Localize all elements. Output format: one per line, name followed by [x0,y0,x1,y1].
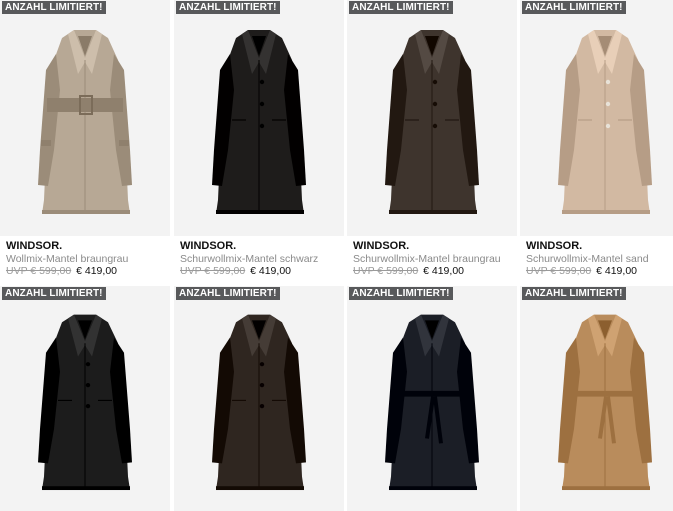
product-name[interactable]: Wollmix-Mantel braungrau [6,253,174,265]
product-brand: WINDSOR. [6,240,63,252]
product-brand: WINDSOR. [353,240,410,252]
trench-coat-icon [385,314,479,491]
product-image[interactable]: ANZAHL LIMITIERT! [0,0,170,236]
coat-icon [212,314,306,491]
coat-icon [558,30,652,214]
limited-badge: ANZAHL LIMITIERT! [522,1,626,14]
sale-price: € 419,00 [250,265,291,277]
limited-badge: ANZAHL LIMITIERT! [2,287,106,300]
product-info: WINDSOR. Schurwollmix-Mantel sand UVP € … [526,240,673,278]
old-price: UVP € 599,00 [353,265,419,277]
coat-icon [385,30,479,214]
sale-price: € 419,00 [596,265,637,277]
product-brand: WINDSOR. [180,240,237,252]
product-image[interactable]: ANZAHL LIMITIERT! [174,0,344,236]
limited-badge: ANZAHL LIMITIERT! [349,287,453,300]
product-image[interactable]: ANZAHL LIMITIERT! [347,286,517,511]
product-image[interactable]: ANZAHL LIMITIERT! [174,286,344,511]
product-info: WINDSOR. Schurwollmix-Mantel schwarz UVP… [180,240,348,278]
product-image[interactable]: ANZAHL LIMITIERT! [520,286,673,511]
limited-badge: ANZAHL LIMITIERT! [176,1,280,14]
product-prices: UVP € 599,00 € 419,00 [526,265,673,278]
product-prices: UVP € 599,00 € 419,00 [180,265,348,278]
coat-icon [212,30,306,214]
old-price: UVP € 599,00 [6,265,72,277]
product-info: WINDSOR. Wollmix-Mantel braungrau UVP € … [6,240,174,278]
product-image[interactable]: ANZAHL LIMITIERT! [0,286,170,511]
trench-coat-icon [558,314,652,491]
product-name[interactable]: Schurwollmix-Mantel schwarz [180,253,348,265]
product-name[interactable]: Schurwollmix-Mantel sand [526,253,673,265]
sale-price: € 419,00 [423,265,464,277]
limited-badge: ANZAHL LIMITIERT! [2,1,106,14]
coat-icon [38,314,132,491]
sale-price: € 419,00 [76,265,117,277]
product-prices: UVP € 599,00 € 419,00 [6,265,174,278]
product-image[interactable]: ANZAHL LIMITIERT! [520,0,673,236]
old-price: UVP € 599,00 [526,265,592,277]
old-price: UVP € 599,00 [180,265,246,277]
product-name[interactable]: Schurwollmix-Mantel braungrau [353,253,521,265]
limited-badge: ANZAHL LIMITIERT! [349,1,453,14]
product-grid: ANZAHL LIMITIERT! WINDSOR. Wollmix-Mante… [0,0,673,511]
limited-badge: ANZAHL LIMITIERT! [176,287,280,300]
product-image[interactable]: ANZAHL LIMITIERT! [347,0,517,236]
product-prices: UVP € 599,00 € 419,00 [353,265,521,278]
limited-badge: ANZAHL LIMITIERT! [522,287,626,300]
product-brand: WINDSOR. [526,240,583,252]
product-info: WINDSOR. Schurwollmix-Mantel braungrau U… [353,240,521,278]
belted-coat-icon [38,30,132,214]
